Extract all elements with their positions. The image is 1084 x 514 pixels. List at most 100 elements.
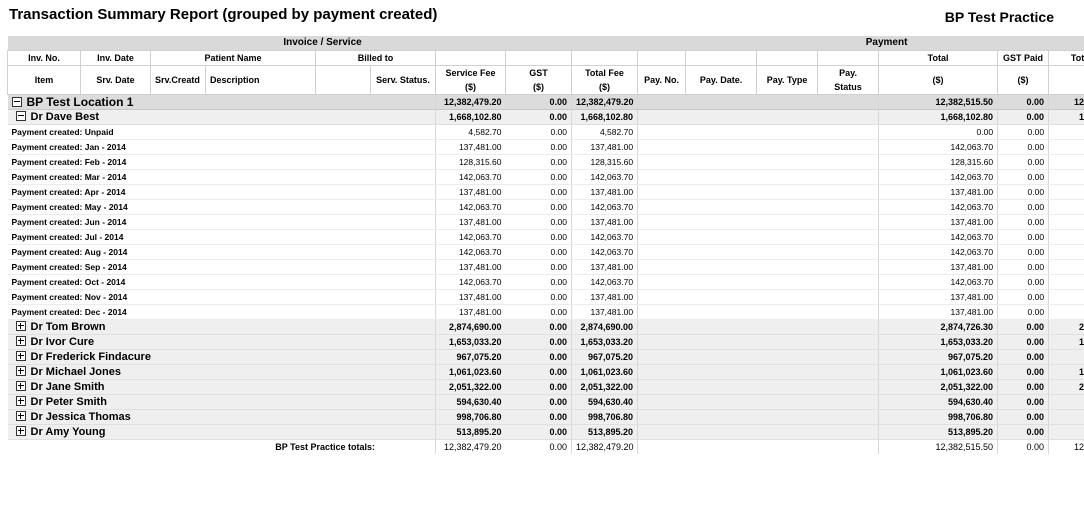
gst-paid-cell: 0.00 [997, 289, 1049, 305]
total-paid-cell: 142,063.70 [1048, 199, 1084, 215]
total-fee-cell: 594,630.40 [570, 394, 638, 410]
expand-icon[interactable] [15, 381, 26, 391]
col-srv-creatd: Srv.Creatd [150, 65, 206, 95]
total-cell: 142,063.70 [878, 199, 998, 215]
gst-paid-cell: 0.00 [997, 229, 1049, 245]
col-total-paid-unit: ($) [1048, 65, 1084, 95]
doctor-row[interactable]: Dr Jessica Thomas 998,706.80 0.00 998,706.… [7, 409, 1084, 425]
expand-icon[interactable] [15, 396, 26, 406]
gst-paid-cell: 0.00 [997, 364, 1049, 380]
total-cell: 0.00 [878, 124, 998, 140]
doctor-name-cell: Dr Jessica Thomas [7, 409, 436, 425]
doctor-row[interactable]: Dr Peter Smith 594,630.40 0.00 594,630.40 5… [7, 394, 1084, 410]
doctor-row[interactable]: Dr Amy Young 513,895.20 0.00 513,895.20 513… [7, 424, 1084, 440]
gst-paid-cell: 0.00 [997, 94, 1049, 110]
doctor-name-cell: Dr Dave Best [7, 109, 436, 125]
doctor-name-cell: Dr Tom Brown [7, 319, 436, 335]
total-paid-cell: 142,063.70 [1048, 229, 1084, 245]
col-inv-no: Inv. No. [7, 50, 81, 66]
doctor-row[interactable]: Dr Tom Brown 2,874,690.00 0.00 2,874,690.0… [7, 319, 1084, 335]
header-row-2: Item Srv. Date Srv.Creatd Description Se… [7, 65, 1084, 95]
doctor-row[interactable]: Dr Ivor Cure 1,653,033.20 0.00 1,653,033.2… [7, 334, 1084, 350]
total-cell: 128,315.60 [878, 154, 998, 170]
gst-paid-cell: 0.00 [997, 319, 1049, 335]
doctor-name-cell: Dr Jane Smith [7, 379, 436, 395]
gst-cell: 0.00 [505, 364, 572, 380]
col-total-paid: Total Paid [1048, 50, 1084, 66]
payment-created-label: Payment created: Jan - 2014 [7, 139, 436, 155]
total-fee-cell: 998,706.80 [570, 409, 638, 425]
total-fee-cell: 142,063.70 [570, 169, 638, 185]
expand-icon[interactable] [15, 426, 26, 436]
expand-icon[interactable] [15, 351, 26, 361]
payment-created-label: Payment created: Jul - 2014 [7, 229, 436, 245]
doctor-name: Dr Jessica Thomas [30, 411, 131, 423]
service-fee-cell: 967,075.20 [435, 349, 506, 365]
doctor-row[interactable]: Dr Dave Best 1,668,102.80 0.00 1,668,102.8… [7, 109, 1084, 125]
total-fee-cell: 12,382,479.20 [570, 94, 638, 110]
total-paid-cell: 142,063.70 [1048, 139, 1084, 155]
report-table: Invoice / Service Payment Inv. No. Inv. … [7, 36, 1084, 454]
service-fee-cell: 142,063.70 [435, 274, 506, 290]
total-cell: 12,382,515.50 [878, 439, 998, 454]
gst-cell: 0.00 [505, 214, 572, 230]
expand-icon[interactable] [15, 321, 26, 331]
gst-cell: 0.00 [505, 139, 572, 155]
col-billed-to: Billed to [315, 50, 436, 66]
gst-cell: 0.00 [505, 109, 572, 125]
doctor-row[interactable]: Dr Frederick Findacure 967,075.20 0.00 967… [7, 349, 1084, 365]
location-name-cell: BP Test Location 1 [7, 94, 436, 110]
total-cell: 142,063.70 [878, 244, 998, 260]
collapse-icon[interactable] [11, 97, 22, 107]
location-name: BP Test Location 1 [26, 95, 134, 109]
practice-name: BP Test Practice [944, 9, 1054, 25]
total-cell: 594,630.40 [878, 394, 998, 410]
col-description: Description [205, 65, 316, 95]
gst-cell: 0.00 [505, 154, 572, 170]
service-fee-cell: 137,481.00 [435, 214, 506, 230]
gst-paid-cell: 0.00 [997, 184, 1049, 200]
gst-paid-cell: 0.00 [997, 424, 1049, 440]
doctor-row[interactable]: Dr Michael Jones 1,061,023.60 0.00 1,061,0… [7, 364, 1084, 380]
payment-created-label: Payment created: Nov - 2014 [7, 289, 436, 305]
doctor-name-cell: Dr Michael Jones [7, 364, 436, 380]
collapse-icon[interactable] [15, 111, 26, 121]
col-gst-paid-unit: ($) [997, 65, 1050, 95]
service-fee-cell: 4,582.70 [435, 124, 506, 140]
expand-icon[interactable] [15, 366, 26, 376]
service-fee-cell: 594,630.40 [435, 394, 506, 410]
payment-created-label: Payment created: Sep - 2014 [7, 259, 436, 275]
col-gst-paid: GST Paid [997, 50, 1050, 66]
location-row[interactable]: BP Test Location 1 12,382,479.20 0.00 12,3… [7, 94, 1084, 110]
total-fee-cell: 137,481.00 [570, 139, 638, 155]
doctor-name-cell: Dr Peter Smith [7, 394, 436, 410]
report-header: Transaction Summary Report (grouped by p… [0, 0, 1084, 34]
doctor-name-cell: Dr Amy Young [7, 424, 436, 440]
total-cell: 142,063.70 [878, 139, 998, 155]
total-fee-cell: 137,481.00 [570, 184, 638, 200]
payment-created-row: Payment created: Dec - 2014 137,481.00 0.… [7, 304, 1084, 320]
total-paid-cell: 128,315.60 [1048, 154, 1084, 170]
payment-group: Payment [637, 36, 1084, 51]
payment-created-row: Payment created: Oct - 2014 142,063.70 0.… [7, 274, 1084, 290]
doctor-name: Dr Dave Best [30, 111, 99, 123]
service-fee-cell: 142,063.70 [435, 229, 506, 245]
gst-cell: 0.00 [505, 274, 572, 290]
totals-label: BP Test Practice totals: [7, 439, 436, 454]
gst-cell: 0.00 [505, 349, 572, 365]
doctor-row[interactable]: Dr Jane Smith 2,051,322.00 0.00 2,051,322.… [7, 379, 1084, 395]
total-paid-cell: 594,630.40 [1048, 394, 1084, 410]
total-fee-cell: 142,063.70 [570, 244, 638, 260]
report-title: Transaction Summary Report (grouped by p… [9, 6, 438, 23]
payment-created-row: Payment created: Apr - 2014 137,481.00 0.… [7, 184, 1084, 200]
service-fee-cell: 137,481.00 [435, 304, 506, 320]
expand-icon[interactable] [15, 336, 26, 346]
payment-created-row: Payment created: Jan - 2014 137,481.00 0.… [7, 139, 1084, 155]
doctor-name: Dr Frederick Findacure [30, 351, 151, 363]
total-fee-cell: 137,481.00 [570, 259, 638, 275]
doctor-name: Dr Tom Brown [30, 321, 106, 333]
payment-created-row: Payment created: Jun - 2014 137,481.00 0.… [7, 214, 1084, 230]
total-paid-cell: 1,653,033.20 [1048, 334, 1084, 350]
service-fee-cell: 513,895.20 [435, 424, 506, 440]
expand-icon[interactable] [15, 411, 26, 421]
